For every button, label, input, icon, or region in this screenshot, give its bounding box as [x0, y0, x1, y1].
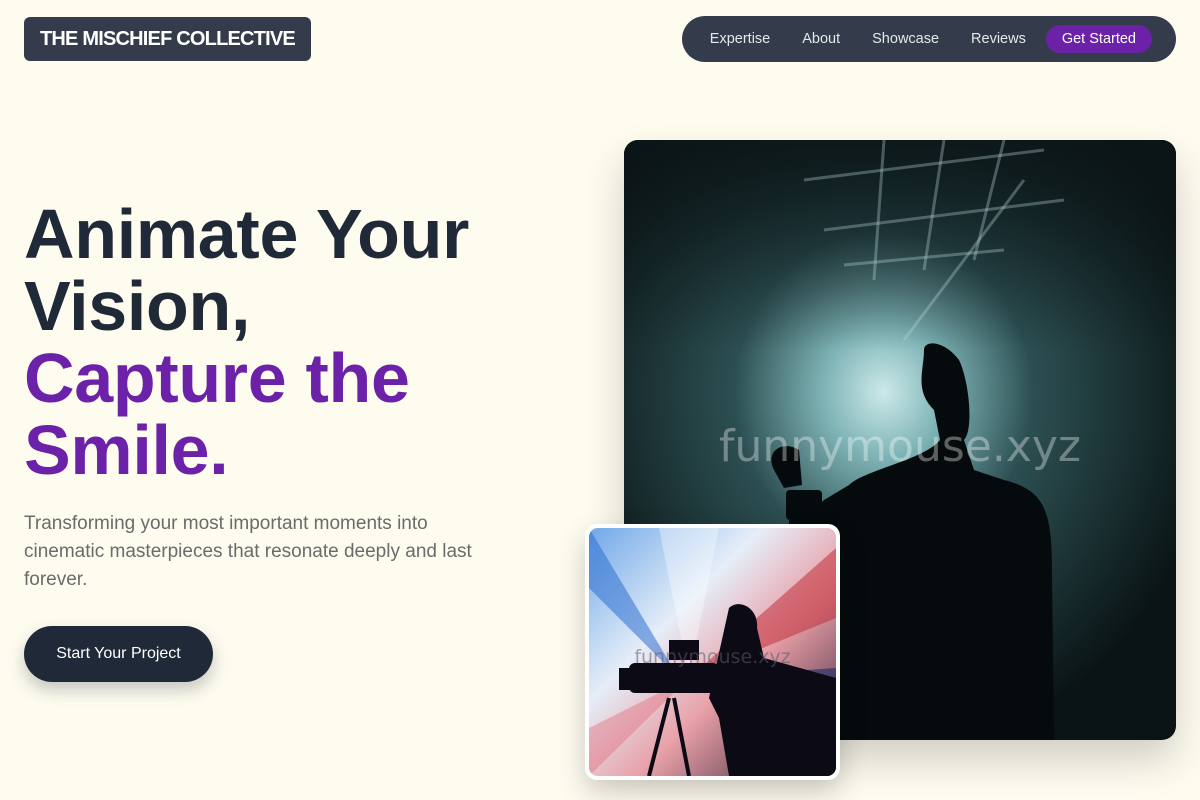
get-started-button[interactable]: Get Started	[1045, 25, 1152, 53]
headline-line-4: Smile.	[24, 411, 229, 489]
headline-line-2: Vision,	[24, 267, 251, 345]
nav-link-showcase[interactable]: Showcase	[872, 31, 939, 47]
headline-line-3: Capture the	[24, 339, 410, 417]
start-project-button[interactable]: Start Your Project	[24, 626, 213, 682]
headline-line-1: Animate Your	[24, 195, 470, 273]
secondary-image-card: funnymouse.xyz	[585, 524, 840, 780]
brand-logo[interactable]: THE MISCHIEF COLLECTIVE	[24, 17, 311, 61]
hero-headline: Animate Your Vision, Capture the Smile.	[24, 198, 584, 486]
hero-subtext: Transforming your most important moments…	[24, 513, 472, 590]
nav-link-expertise[interactable]: Expertise	[710, 31, 770, 47]
nav-link-about[interactable]: About	[802, 31, 840, 47]
camera-light-rays-photo	[589, 528, 836, 776]
secondary-image: funnymouse.xyz	[589, 528, 836, 776]
nav-link-reviews[interactable]: Reviews	[971, 31, 1026, 47]
main-nav: Expertise About Showcase Reviews Get Sta…	[682, 16, 1176, 62]
